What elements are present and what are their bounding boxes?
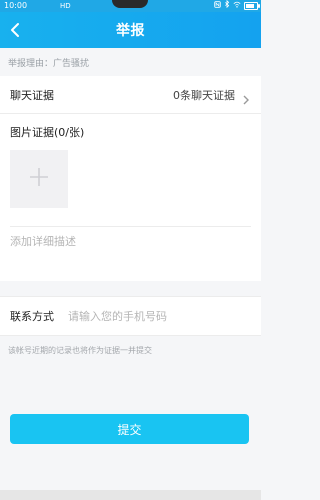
description-input[interactable]: 添加详细描述 [10, 233, 76, 249]
chat-evidence-label: 聊天证据 [10, 88, 54, 102]
report-reason: 举报理由：广告骚扰 [8, 59, 90, 69]
bottom-bar [0, 490, 261, 500]
add-image-button[interactable] [10, 150, 68, 208]
page-title: 举报 [116, 23, 145, 39]
status-icons [214, 0, 260, 12]
submit-button[interactable]: 提交 [10, 414, 249, 444]
chevron-right-icon [241, 90, 251, 104]
wifi-icon [233, 0, 241, 12]
phone-input[interactable] [66, 308, 251, 324]
contact-label: 联系方式 [10, 310, 54, 323]
chat-evidence-row[interactable]: 聊天证据 0条聊天证据 [0, 76, 261, 114]
plus-icon [28, 166, 50, 192]
status-time: 10:00 [4, 1, 28, 10]
chat-evidence-count: 0条聊天证据 [173, 88, 235, 102]
evidence-card: 聊天证据 0条聊天证据 图片证据(0/张) 添加详细描述 [0, 76, 261, 281]
evidence-hint: 该帐号近期的记录也将作为证据一并提交 [8, 346, 152, 355]
nfc-icon [214, 0, 221, 12]
battery-icon [244, 2, 260, 10]
contact-row: 联系方式 [0, 296, 261, 336]
back-chevron-icon[interactable] [6, 20, 26, 40]
camera-notch [112, 0, 148, 8]
image-evidence-label: 图片证据(0/张) [10, 126, 85, 139]
network-type: HD [60, 2, 71, 10]
bluetooth-icon [224, 0, 230, 12]
status-bar: 10:00 HD [0, 0, 261, 12]
header-bar: 举报 [0, 12, 261, 48]
divider [10, 226, 251, 227]
